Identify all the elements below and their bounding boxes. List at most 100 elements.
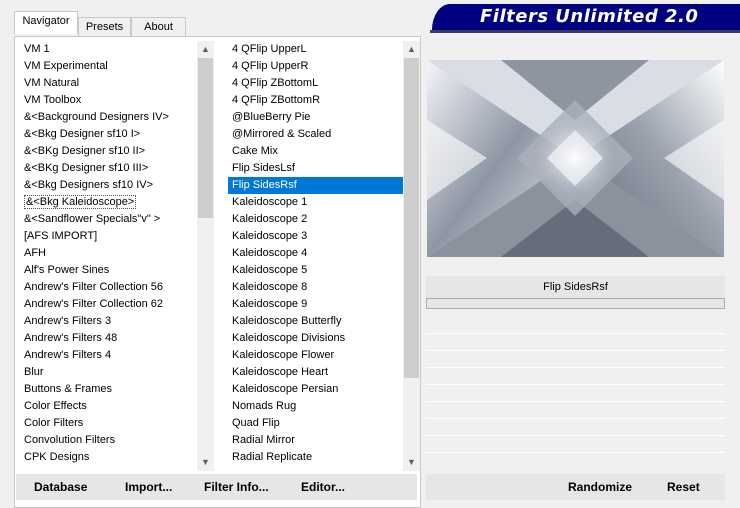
list-item-label: &<Bkg Kaleidoscope> xyxy=(24,195,137,209)
list-item[interactable]: Kaleidoscope 1 xyxy=(228,194,404,211)
tab-presets[interactable]: Presets xyxy=(78,17,131,36)
list-item[interactable]: Radial Replicate xyxy=(228,449,404,466)
list-item[interactable]: VM Natural xyxy=(18,75,198,92)
list-item-label: 4 QFlip ZBottomR xyxy=(232,94,321,106)
list-item[interactable]: Andrew's Filters 4 xyxy=(18,347,198,364)
list-item[interactable]: Kaleidoscope 3 xyxy=(228,228,404,245)
list-item-label: VM Natural xyxy=(24,77,80,89)
database-button[interactable]: Database xyxy=(34,474,87,500)
list-item[interactable]: Andrew's Filters 3 xyxy=(18,313,198,330)
list-item[interactable]: @BlueBerry Pie xyxy=(228,109,404,126)
list-item[interactable]: Convolution Filters xyxy=(18,432,198,449)
list-item[interactable]: Kaleidoscope 9 xyxy=(228,296,404,313)
tab-about[interactable]: About xyxy=(131,17,186,36)
list-item[interactable]: CPK Designs xyxy=(18,449,198,466)
list-item-label: @BlueBerry Pie xyxy=(232,111,311,123)
list-item-label: Andrew's Filters 3 xyxy=(24,315,112,327)
preview-button-bar: Randomize Reset xyxy=(426,474,725,500)
list-item[interactable]: [AFS IMPORT] xyxy=(18,228,198,245)
scroll-thumb[interactable] xyxy=(404,58,419,378)
randomize-button[interactable]: Randomize xyxy=(568,474,632,500)
list-item[interactable]: &<Bkg Kaleidoscope> xyxy=(18,194,198,211)
filter-info-button[interactable]: Filter Info... xyxy=(204,474,269,500)
list-item[interactable]: Blur xyxy=(18,364,198,381)
list-item-label: &<Sandflower Specials"v" > xyxy=(24,213,161,225)
list-item[interactable]: VM 1 xyxy=(18,41,198,58)
list-item-label: &<Background Designers IV> xyxy=(24,111,169,123)
list-item-label: Color Filters xyxy=(24,417,84,429)
list-item[interactable]: Color Filters xyxy=(18,415,198,432)
list-item[interactable]: &<Sandflower Specials"v" > xyxy=(18,211,198,228)
list-item[interactable]: &<Background Designers IV> xyxy=(18,109,198,126)
list-item-label: Alf's Power Sines xyxy=(24,264,110,276)
list-item-label: Color Effects xyxy=(24,400,87,412)
list-item-label: AFH xyxy=(24,247,46,259)
selected-filter-name: Flip SidesRsf xyxy=(426,276,725,298)
list-item-label: Radial Mirror xyxy=(232,434,295,446)
list-item[interactable]: Kaleidoscope Heart xyxy=(228,364,404,381)
slider-divider xyxy=(426,384,725,385)
list-item[interactable]: Quad Flip xyxy=(228,415,404,432)
list-item[interactable]: &<Bkg Designers sf10 IV> xyxy=(18,177,198,194)
list-item-label: Kaleidoscope 2 xyxy=(232,213,308,225)
list-item-label: CPK Designs xyxy=(24,451,90,463)
list-item[interactable]: Buttons & Frames xyxy=(18,381,198,398)
slider-divider xyxy=(426,401,725,402)
list-item-label: Kaleidoscope Heart xyxy=(232,366,329,378)
list-item[interactable]: Kaleidoscope 4 xyxy=(228,245,404,262)
list-item[interactable]: Kaleidoscope 8 xyxy=(228,279,404,296)
tab-navigator[interactable]: Navigator xyxy=(14,11,78,34)
filter-list[interactable]: 4 QFlip UpperL 4 QFlip UpperR 4 QFlip ZBot… xyxy=(228,41,404,471)
navigator-button-bar: Database Import... Filter Info... Editor… xyxy=(16,474,417,500)
category-scrollbar[interactable]: ▲ ▼ xyxy=(197,41,214,471)
list-item[interactable]: AFH xyxy=(18,245,198,262)
scroll-down-icon[interactable]: ▼ xyxy=(197,454,214,471)
slider-divider xyxy=(426,350,725,351)
category-list[interactable]: VM 1 VM Experimental VM Natural VM Toolbox &… xyxy=(18,41,198,471)
list-item[interactable]: @Mirrored & Scaled xyxy=(228,126,404,143)
list-item[interactable]: Nomads Rug xyxy=(228,398,404,415)
list-item[interactable]: 4 QFlip ZBottomR xyxy=(228,92,404,109)
reset-button[interactable]: Reset xyxy=(667,474,700,500)
list-item[interactable]: Radial Mirror xyxy=(228,432,404,449)
list-item[interactable]: Alf's Power Sines xyxy=(18,262,198,279)
list-item[interactable]: Kaleidoscope Butterfly xyxy=(228,313,404,330)
list-item[interactable]: &<BKg Designer sf10 III> xyxy=(18,160,198,177)
filter-preview-image xyxy=(427,60,724,257)
filter-scrollbar[interactable]: ▲ ▼ xyxy=(403,41,420,471)
list-item-label: Kaleidoscope Divisions xyxy=(232,332,346,344)
list-item[interactable]: 4 QFlip ZBottomL xyxy=(228,75,404,92)
editor-button[interactable]: Editor... xyxy=(301,474,345,500)
list-item[interactable]: VM Experimental xyxy=(18,58,198,75)
scroll-down-icon[interactable]: ▼ xyxy=(403,454,420,471)
list-item[interactable]: Kaleidoscope Flower xyxy=(228,347,404,364)
list-item[interactable]: Andrew's Filter Collection 56 xyxy=(18,279,198,296)
app-title-banner: Filters Unlimited 2.0 xyxy=(432,4,740,30)
list-item[interactable]: 4 QFlip UpperL xyxy=(228,41,404,58)
list-item[interactable]: Kaleidoscope 5 xyxy=(228,262,404,279)
scroll-up-icon[interactable]: ▲ xyxy=(197,41,214,58)
list-item[interactable]: Kaleidoscope Persian xyxy=(228,381,404,398)
list-item-label: Nomads Rug xyxy=(232,400,297,412)
list-item[interactable]: Kaleidoscope 2 xyxy=(228,211,404,228)
list-item-label: Kaleidoscope 5 xyxy=(232,264,308,276)
scroll-up-icon[interactable]: ▲ xyxy=(403,41,420,58)
list-item[interactable]: &<Bkg Designer sf10 I> xyxy=(18,126,198,143)
list-item-label: @Mirrored & Scaled xyxy=(232,128,332,140)
list-item[interactable]: Kaleidoscope Divisions xyxy=(228,330,404,347)
list-item[interactable]: &<BKg Designer sf10 II> xyxy=(18,143,198,160)
list-item[interactable]: VM Toolbox xyxy=(18,92,198,109)
list-item[interactable]: Color Effects xyxy=(18,398,198,415)
import-button[interactable]: Import... xyxy=(125,474,172,500)
list-item[interactable]: Cake Mix xyxy=(228,143,404,160)
list-item[interactable]: Andrew's Filters 48 xyxy=(18,330,198,347)
list-item[interactable]: Andrew's Filter Collection 62 xyxy=(18,296,198,313)
list-item-label: VM Toolbox xyxy=(24,94,82,106)
list-item[interactable]: Flip SidesLsf xyxy=(228,160,404,177)
list-item[interactable]: 4 QFlip UpperR xyxy=(228,58,404,75)
list-item[interactable]: Flip SidesRsf xyxy=(228,177,404,194)
list-item-label: Convolution Filters xyxy=(24,434,116,446)
slider-divider xyxy=(426,418,725,419)
slider-divider xyxy=(426,367,725,368)
scroll-thumb[interactable] xyxy=(198,58,213,218)
